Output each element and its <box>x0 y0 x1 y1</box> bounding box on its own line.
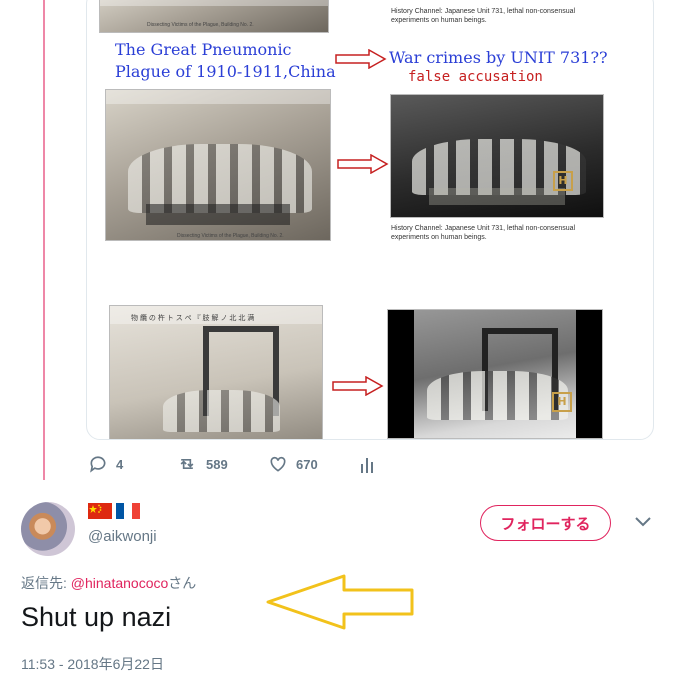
red-arrow-icon <box>332 376 384 396</box>
like-count: 670 <box>296 456 318 472</box>
old-photo-caption-middle: Dissecting Victims of the Plague, Buildi… <box>177 233 284 239</box>
like-action[interactable]: 670 <box>268 454 318 474</box>
old-photo-header-bottom: 物 纜 の 杵 ト ス ペ 『 肢 解 ノ 北 北 满 <box>131 315 255 322</box>
reply-to-mention-link[interactable]: @hinatanococo <box>71 575 169 591</box>
history-caption-middle: History Channel: Japanese Unit 731, leth… <box>391 225 576 241</box>
tweet-timestamp[interactable]: 11:53 - 2018年6月22日 <box>21 654 164 674</box>
annotation-false-accusation: false accusation <box>408 69 543 85</box>
old-photo-gallows <box>109 305 323 439</box>
history-logo-icon: H <box>553 171 573 191</box>
annotation-war-crimes: War crimes by UNIT 731?? <box>389 48 608 67</box>
reply-icon <box>90 456 106 473</box>
reply-count: 4 <box>116 456 124 472</box>
thread-connector-line <box>43 0 45 480</box>
red-arrow-icon <box>335 49 387 69</box>
annotation-plague-line2: Plague of 1910-1911,China <box>115 62 336 81</box>
reply-to-suffix: さん <box>168 575 197 591</box>
follow-button[interactable]: フォローする <box>480 505 611 541</box>
chevron-down-icon[interactable] <box>634 516 652 528</box>
retweet-icon <box>180 459 194 469</box>
avatar[interactable] <box>21 502 75 556</box>
annotation-plague-line1: The Great Pneumonic <box>115 40 292 59</box>
user-handle[interactable]: @aikwonji <box>88 528 157 545</box>
heart-icon <box>270 456 286 472</box>
analytics-action[interactable] <box>360 456 376 474</box>
yellow-arrow-icon <box>266 574 414 630</box>
reply-to-line: 返信先: @hinatanococoさん <box>21 573 196 593</box>
cn-flag-icon <box>88 503 112 519</box>
reply-to-prefix: 返信先: <box>21 575 71 591</box>
history-channel-still-dissection: H <box>390 94 604 218</box>
old-photo-top <box>99 0 329 33</box>
old-photo-caption-top: Dissecting Victims of the Plague, Buildi… <box>147 22 254 28</box>
tweet-text: Shut up nazi <box>21 602 172 632</box>
retweet-action[interactable]: 589 <box>176 454 228 474</box>
analytics-icon <box>361 458 373 473</box>
reply-action[interactable]: 4 <box>88 454 123 474</box>
fr-flag-icon <box>116 503 140 519</box>
history-channel-still-gallows: H <box>387 309 603 439</box>
tweet-media-image[interactable]: Dissecting Victims of the Plague, Buildi… <box>86 0 654 440</box>
retweet-count: 589 <box>206 456 228 472</box>
history-logo-icon: H <box>552 392 572 412</box>
history-caption-top: History Channel: Japanese Unit 731, leth… <box>391 8 576 24</box>
old-photo-dissection <box>105 89 331 241</box>
red-arrow-icon <box>337 154 389 174</box>
